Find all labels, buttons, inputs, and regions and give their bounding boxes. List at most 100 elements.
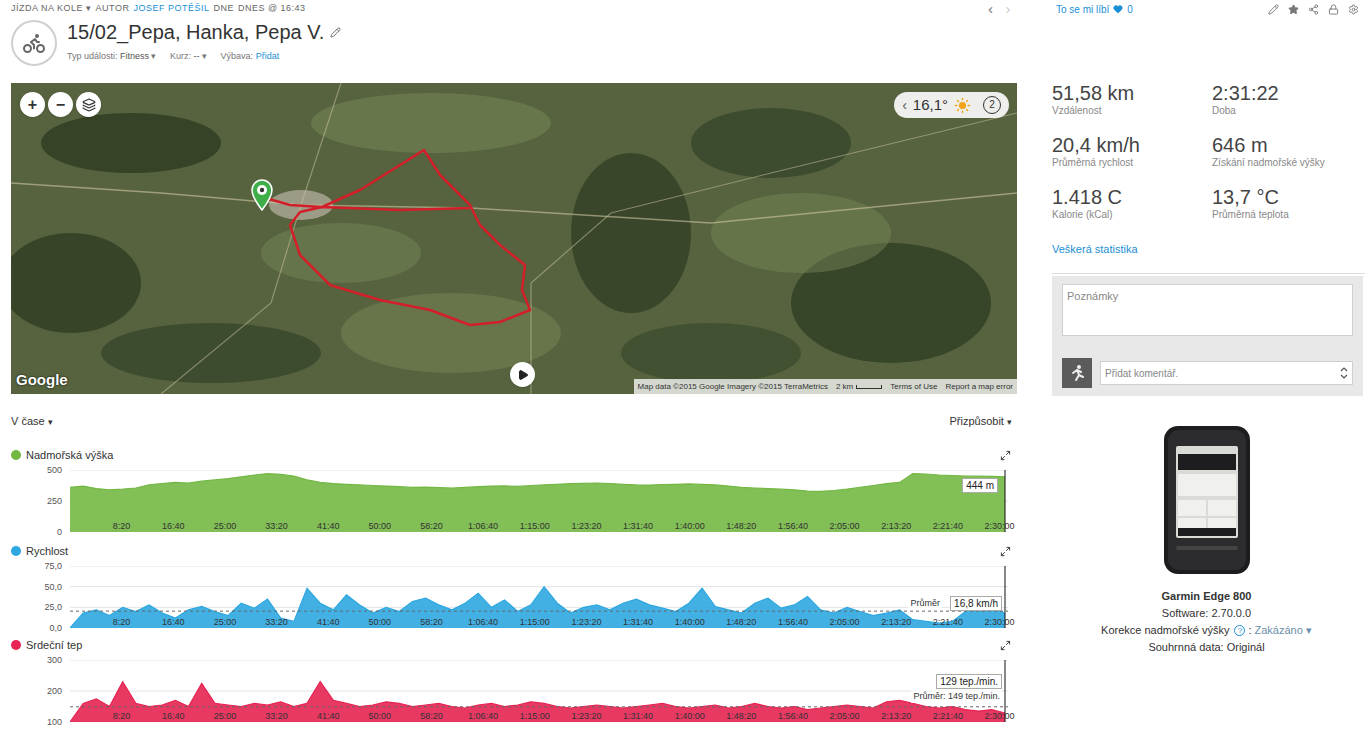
user-avatar bbox=[1062, 358, 1092, 388]
stat: 51,58 kmVzdálenost bbox=[1052, 81, 1212, 117]
terms-link[interactable]: Terms of Use bbox=[890, 381, 937, 393]
x-tick: 2:13:20 bbox=[881, 711, 911, 721]
lock-icon[interactable] bbox=[1328, 4, 1339, 15]
share-icon[interactable] bbox=[1308, 4, 1319, 15]
expand-icon[interactable] bbox=[1000, 546, 1011, 557]
customize-dropdown[interactable]: Přizpůsobit ▾ bbox=[950, 413, 1012, 430]
x-tick: 1:40:00 bbox=[675, 617, 705, 627]
like-button[interactable]: To se mi líbí0 bbox=[1056, 2, 1133, 17]
plot[interactable]: 8:2016:4025:0033:2041:4050:0058:201:06:4… bbox=[70, 470, 1008, 532]
stat-label: Získání nadmořské výšky bbox=[1212, 157, 1365, 169]
x-tick: 2:21:40 bbox=[933, 711, 963, 721]
meta-item[interactable]: Typ události: Fitness▾ bbox=[67, 50, 156, 62]
comment-field[interactable]: Přidat komentář. bbox=[1100, 361, 1353, 385]
chart-title: Rychlost bbox=[11, 543, 68, 560]
expand-icon[interactable] bbox=[1000, 640, 1011, 651]
x-tick: 2:21:40 bbox=[933, 617, 963, 627]
help-icon[interactable]: ? bbox=[1234, 625, 1245, 636]
activity-type-badge bbox=[11, 20, 57, 66]
device-panel: Garmin Edge 800Software: 2.70.0.0Korekce… bbox=[1052, 424, 1365, 656]
x-tick: 1:56:40 bbox=[778, 617, 808, 627]
x-tick: 1:06:40 bbox=[468, 617, 498, 627]
activity-type[interactable]: JÍZDA NA KOLE ▾ bbox=[11, 2, 92, 16]
edit-icon[interactable] bbox=[1268, 4, 1279, 15]
plot[interactable]: 8:2016:4025:0033:2041:4050:0058:201:06:4… bbox=[70, 660, 1008, 722]
chart: Srdeční tep 3002001008:2016:4025:0033:204… bbox=[11, 637, 1017, 722]
chart-body: 75,050,025,00,08:2016:4025:0033:2041:405… bbox=[11, 566, 1017, 628]
stat: 13,7 °CPrůměrná teplota bbox=[1212, 185, 1365, 221]
x-tick: 50:00 bbox=[369, 521, 392, 531]
activity-page: JÍZDA NA KOLE ▾AUTORJOSEF POTĚŠILDNEDNES… bbox=[0, 0, 1369, 732]
star-icon[interactable] bbox=[1288, 4, 1299, 15]
series-line bbox=[70, 474, 1005, 492]
heart-icon bbox=[1113, 4, 1123, 14]
mode-dropdown[interactable]: V čase ▾ bbox=[11, 413, 53, 430]
play-icon bbox=[517, 369, 529, 381]
title-block: 15/02_Pepa, Hanka, Pepa V.Typ události: … bbox=[11, 20, 1017, 66]
gear-icon[interactable] bbox=[1348, 4, 1359, 15]
google-logo: Google bbox=[16, 369, 68, 392]
x-tick: 33:20 bbox=[265, 711, 288, 721]
weather-widget[interactable]: ‹16,1°2 bbox=[894, 92, 1009, 118]
x-tick: 58:20 bbox=[420, 711, 443, 721]
map-controls: +− bbox=[20, 92, 101, 117]
stat-value: 13,7 °C bbox=[1212, 185, 1365, 209]
zoom-in-button[interactable]: + bbox=[20, 92, 45, 117]
legend-dot bbox=[11, 450, 21, 460]
play-button[interactable] bbox=[510, 362, 535, 387]
x-tick: 41:40 bbox=[317, 521, 340, 531]
report-link[interactable]: Report a map error bbox=[945, 381, 1013, 393]
x-tick: 8:20 bbox=[113, 521, 131, 531]
next-button[interactable]: › bbox=[1006, 0, 1012, 20]
x-tick: 8:20 bbox=[113, 711, 131, 721]
stat: 1.418 CKalorie (kCal) bbox=[1052, 185, 1212, 221]
layers-button[interactable] bbox=[76, 92, 101, 117]
x-tick: 1:48:20 bbox=[726, 617, 756, 627]
stat: 646 mZískání nadmořské výšky bbox=[1212, 133, 1365, 169]
correction-dropdown[interactable]: Zakázáno ▾ bbox=[1255, 622, 1312, 639]
notes-field[interactable]: Poznámky bbox=[1062, 284, 1353, 336]
chart-title: Srdeční tep bbox=[11, 637, 82, 654]
y-axis: 5002500 bbox=[11, 470, 70, 532]
map[interactable]: +−‹16,1°2GoogleMap data ©2015 Google Ima… bbox=[11, 83, 1017, 394]
x-tick: 25:00 bbox=[214, 521, 237, 531]
x-tick: 1:56:40 bbox=[778, 521, 808, 531]
all-stats-link[interactable]: Veškerá statistika bbox=[1052, 242, 1365, 256]
x-tick: 1:56:40 bbox=[778, 711, 808, 721]
map-imagery bbox=[11, 83, 1017, 394]
edit-title-icon[interactable] bbox=[330, 27, 341, 38]
x-tick: 2:13:20 bbox=[881, 617, 911, 627]
x-tick: 1:06:40 bbox=[468, 711, 498, 721]
stat-label: Doba bbox=[1212, 105, 1365, 117]
stat-value: 646 m bbox=[1212, 133, 1365, 157]
meta-item[interactable]: Kurz: --▾ bbox=[170, 50, 207, 62]
weather-prev[interactable]: ‹ bbox=[902, 95, 907, 116]
device-name: Garmin Edge 800 bbox=[1162, 588, 1252, 605]
plot[interactable]: 8:2016:4025:0033:2041:4050:0058:201:06:4… bbox=[70, 566, 1008, 628]
y-tick: 200 bbox=[47, 686, 62, 696]
x-tick: 8:20 bbox=[113, 617, 131, 627]
chart-label-row: Rychlost bbox=[11, 543, 1017, 559]
zoom-out-button[interactable]: − bbox=[48, 92, 73, 117]
pager: ‹› bbox=[988, 0, 1017, 20]
prev-button[interactable]: ‹ bbox=[988, 0, 994, 20]
meta-row: Typ události: Fitness▾ Kurz: --▾ Výbava: P… bbox=[67, 50, 341, 62]
x-tick: 1:15:00 bbox=[520, 521, 550, 531]
x-tick: 2:30:00 bbox=[985, 711, 1015, 721]
author-link[interactable]: JOSEF POTĚŠIL bbox=[133, 2, 209, 16]
meta-item[interactable]: Výbava: Přidat bbox=[221, 50, 280, 62]
stat-label: Vzdálenost bbox=[1052, 105, 1212, 117]
chart-tooltip: 16,8 km/h bbox=[950, 596, 1002, 611]
start-pin-icon[interactable] bbox=[250, 179, 274, 211]
actions-row: To se mi líbí0 bbox=[1052, 0, 1365, 18]
expand-icon[interactable] bbox=[1000, 450, 1011, 461]
x-tick: 1:31:40 bbox=[623, 617, 653, 627]
y-tick: 75,0 bbox=[44, 561, 62, 571]
activity-date: DNES @ 16:43 bbox=[238, 2, 306, 16]
chart-body: 3002001008:2016:4025:0033:2041:4050:0058… bbox=[11, 660, 1017, 722]
chart-title: Nadmořská výška bbox=[11, 447, 113, 464]
x-tick: 58:20 bbox=[420, 521, 443, 531]
y-tick: 0 bbox=[57, 527, 62, 537]
chart: Nadmořská výška50025008:2016:4025:0033:2… bbox=[11, 447, 1017, 532]
legend-dot bbox=[11, 546, 21, 556]
